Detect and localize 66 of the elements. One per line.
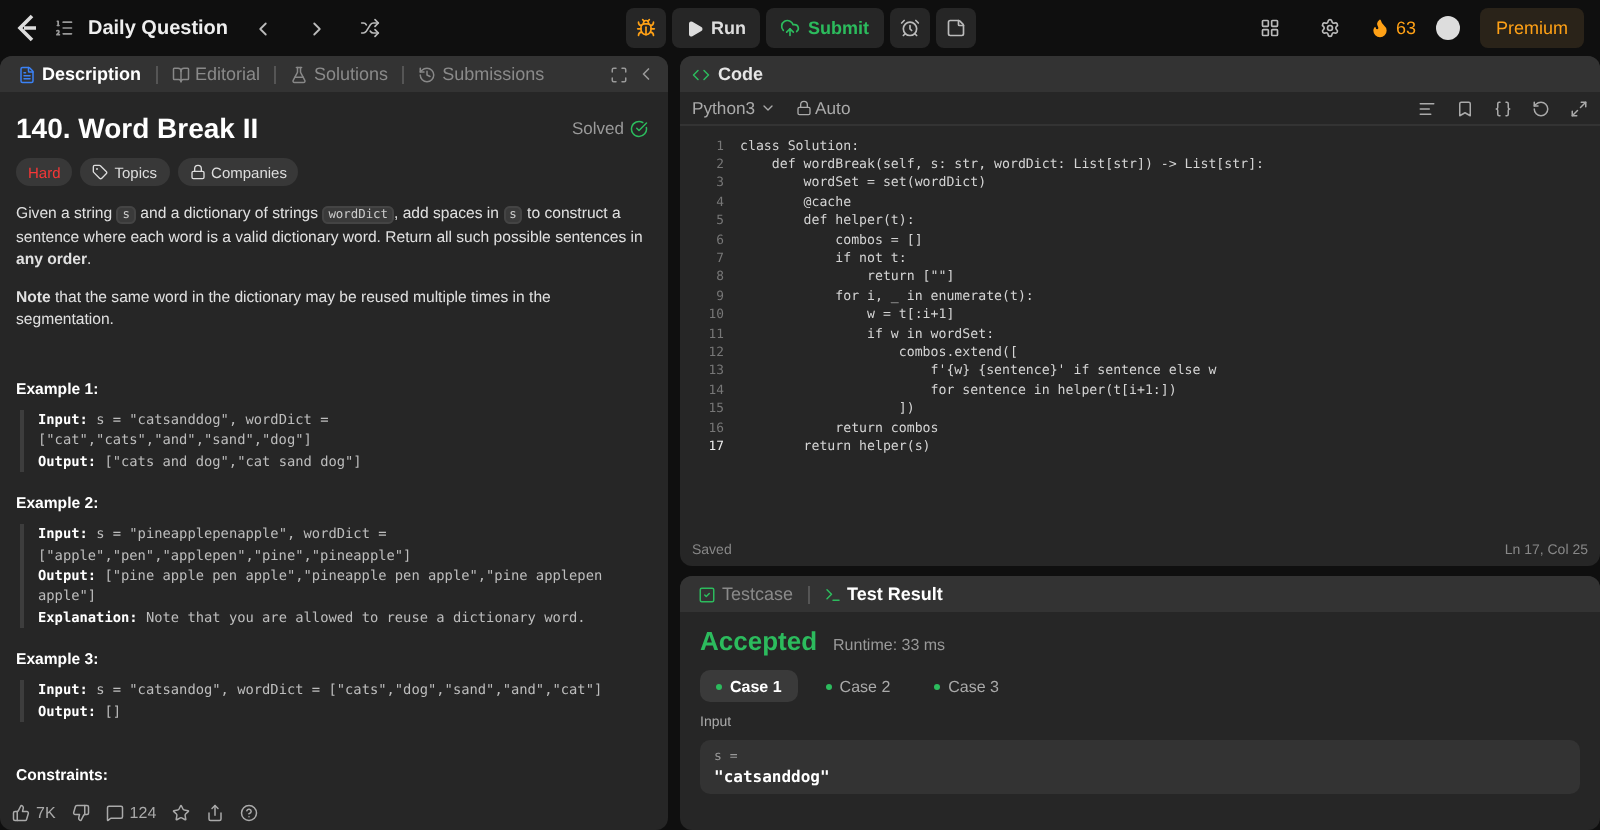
solved-status: Solved [572, 118, 648, 138]
like-button[interactable]: 7K [12, 804, 56, 822]
cloud-upload-icon [780, 18, 800, 38]
share-icon [206, 804, 225, 822]
code-icon [692, 65, 710, 83]
note-button[interactable] [935, 8, 975, 48]
bookmark-icon [1456, 99, 1474, 117]
case-tab[interactable]: Case 1 [700, 670, 798, 702]
avatar[interactable] [1435, 16, 1460, 40]
problem-title: 140. Word Break II [16, 112, 259, 144]
star-button[interactable] [172, 804, 191, 822]
thumbs-up-icon [12, 804, 30, 822]
help-button[interactable] [240, 804, 259, 822]
expand-icon [1570, 99, 1588, 117]
debug-button[interactable] [625, 8, 665, 48]
timer-button[interactable] [889, 8, 929, 48]
book-icon [171, 65, 190, 83]
settings-icon [1319, 18, 1340, 38]
braces-icon [1494, 99, 1512, 117]
reset-icon [1532, 99, 1550, 117]
note-icon [945, 18, 965, 38]
panel-title: Code [718, 64, 763, 84]
check-circle-icon [630, 119, 648, 137]
flame-icon [1369, 18, 1390, 38]
lock-icon [795, 100, 812, 116]
star-icon [172, 804, 191, 822]
language-dropdown[interactable]: Python3 [692, 98, 776, 118]
panel-tab[interactable]: Test Result [817, 584, 949, 604]
thumbs-down-icon [71, 804, 90, 822]
panel-tab[interactable]: Solutions [284, 64, 395, 84]
variable-value: "catsanddog" [714, 768, 832, 786]
alarm-clock-icon [899, 18, 919, 38]
play-icon [685, 19, 703, 37]
document-icon [18, 65, 36, 83]
terminal-icon [823, 585, 842, 603]
share-button[interactable] [206, 804, 225, 822]
checkbox-icon [698, 585, 716, 603]
run-button[interactable]: Run [671, 8, 760, 48]
list-icon [54, 18, 74, 38]
verdict: Accepted [700, 626, 818, 656]
history-icon [418, 65, 437, 83]
page-title: Daily Question [88, 17, 229, 39]
help-icon [240, 804, 259, 822]
panel-tab[interactable]: Testcase [692, 584, 800, 604]
panel-tab[interactable]: Submissions [412, 64, 551, 84]
case-tab[interactable]: Case 2 [809, 670, 907, 702]
lock-icon [189, 164, 206, 180]
dislike-button[interactable] [71, 804, 90, 822]
bug-icon [635, 18, 655, 38]
tag-icon [92, 164, 109, 180]
comment-icon [105, 804, 124, 822]
panel-tab[interactable]: Description [12, 64, 148, 84]
streak-counter[interactable]: 63 [1369, 18, 1416, 38]
submit-button[interactable]: Submit [766, 8, 883, 48]
comments-button[interactable]: 124 [105, 804, 157, 822]
mode-button[interactable]: Auto [795, 98, 851, 118]
case-tab[interactable]: Case 3 [918, 670, 1016, 702]
grid-icon [1259, 18, 1280, 38]
format-icon [1418, 99, 1436, 117]
runtime: Runtime: 33 ms [833, 636, 946, 654]
flask-icon [290, 65, 309, 83]
premium-button[interactable]: Premium [1479, 8, 1584, 48]
panel-tab[interactable]: Editorial [165, 64, 267, 84]
chevron-down-icon [759, 100, 776, 116]
fullscreen-icon [610, 65, 628, 83]
shuffle-icon [360, 18, 381, 38]
